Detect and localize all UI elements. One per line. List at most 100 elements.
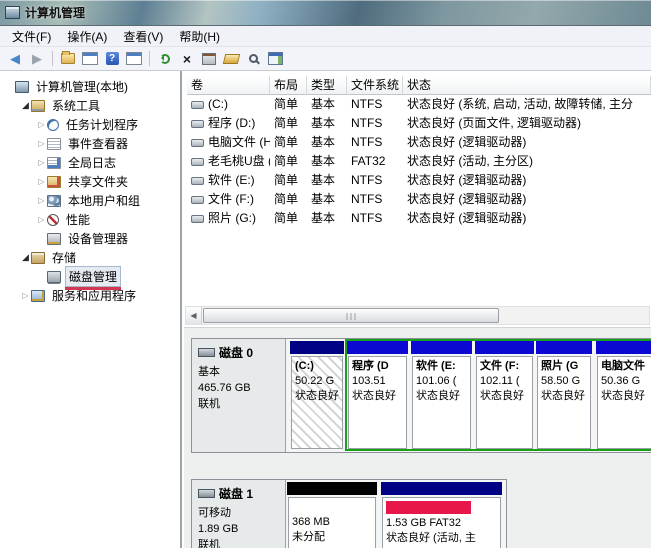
partition-region[interactable]: 软件 (E: 101.06 (状态良好 xyxy=(411,341,472,449)
tree-item-perf[interactable]: ▷ 性能 xyxy=(0,210,180,229)
expanded-expander-icon[interactable]: ◢ xyxy=(20,100,31,111)
collapsed-expander-icon[interactable]: ▷ xyxy=(36,139,47,148)
scroll-left-arrow-icon[interactable]: ◀ xyxy=(186,307,202,324)
menu-item-2[interactable]: 查看(V) xyxy=(115,26,171,47)
collapsed-expander-icon[interactable]: ▷ xyxy=(36,120,47,129)
toolbar-search-button[interactable] xyxy=(243,50,263,68)
volume-name: 电脑文件 (H:) xyxy=(208,135,270,149)
volume-fs-cell: NTFS xyxy=(351,173,383,187)
partition-status: 未分配 xyxy=(292,531,325,543)
table-row[interactable]: 文件 (F:) 简单 基本 NTFS 状态良好 (逻辑驱动器) xyxy=(187,190,651,209)
menu-item-1[interactable]: 操作(A) xyxy=(59,26,115,47)
volume-name: 照片 (G:) xyxy=(208,211,256,225)
volume-type-cell: 基本 xyxy=(311,97,336,111)
table-row[interactable]: 电脑文件 (H:) 简单基本 NTFS 状态良好 (逻辑驱动器) xyxy=(187,133,651,152)
partition-status: 状态良好 xyxy=(295,390,339,402)
volume-name-cell: 电脑文件 (H:) xyxy=(187,133,270,152)
tree-item-shared[interactable]: ▷ 共享文件夹 xyxy=(0,172,180,191)
partition-region[interactable]: 368 MB 未分配 xyxy=(287,482,377,548)
tree-item-computer[interactable]: 计算机管理(本地) xyxy=(0,77,180,96)
tree-item-storage[interactable]: ◢ 存储 xyxy=(0,248,180,267)
toolbar-delete-button[interactable]: × xyxy=(177,50,197,68)
toolbar-help-button[interactable]: ? xyxy=(102,50,122,68)
computer-icon xyxy=(15,80,29,93)
volume-status-cell: 状态良好 (逻辑驱动器) xyxy=(407,192,527,206)
clock-icon xyxy=(47,118,59,131)
collapsed-expander-icon[interactable]: ▷ xyxy=(36,215,47,224)
partition-region[interactable]: 照片 (G 58.50 G 状态良好 xyxy=(536,341,592,449)
volume-name: 程序 (D:) xyxy=(208,116,256,130)
volume-icon xyxy=(191,195,204,204)
partition-region[interactable]: 电脑文件 50.36 G 状态良好 xyxy=(596,341,651,449)
disk-title: 磁盘 0 xyxy=(198,344,285,361)
partition-label: 软件 (E: xyxy=(416,360,456,372)
collapsed-expander-icon[interactable]: ▷ xyxy=(36,158,47,167)
help-icon: ? xyxy=(105,52,119,65)
tree-item-clock[interactable]: ▷ 任务计划程序 xyxy=(0,115,180,134)
collapsed-expander-icon[interactable]: ▷ xyxy=(20,291,31,300)
partition-region[interactable]: (C:) 50.22 G 状态良好 xyxy=(290,341,344,449)
toolbar-properties-button[interactable] xyxy=(199,50,219,68)
tree-item-log[interactable]: ▷ 事件查看器 xyxy=(0,134,180,153)
menu-item-0[interactable]: 文件(F) xyxy=(4,26,59,47)
main-area: 计算机管理(本地) ◢ 系统工具 ▷ 任务计划程序 ▷ 事件查看器 ▷ 全局日志 ▷ 共享文件夹 ▷ 本… xyxy=(0,71,651,548)
volume-name: 软件 (E:) xyxy=(208,173,255,187)
volume-name: (C:) xyxy=(208,97,228,111)
disk-size: 1.89 GB xyxy=(198,523,239,535)
partition-size: 1.53 GB FAT32 xyxy=(386,517,462,529)
toolbar-refresh-button[interactable] xyxy=(155,50,175,68)
table-row[interactable]: 老毛桃U盘 (J:) 简单基本 FAT32 状态良好 (活动, 主分区) xyxy=(187,152,651,171)
services-icon xyxy=(31,289,45,302)
menu-item-3[interactable]: 帮助(H) xyxy=(171,26,228,47)
column-header-2[interactable]: 类型 xyxy=(307,76,347,95)
tree-item-users[interactable]: ▷ 本地用户和组 xyxy=(0,191,180,210)
partition-status: 状态良好 xyxy=(480,390,524,402)
horizontal-scrollbar[interactable]: ◀ xyxy=(185,306,650,325)
table-row[interactable]: 软件 (E:) 简单 基本 NTFS 状态良好 (逻辑驱动器) xyxy=(187,171,651,190)
toolbar-console2-button[interactable] xyxy=(124,50,144,68)
toolbar-newwin-button[interactable] xyxy=(265,50,285,68)
table-row[interactable]: (C:) 简单 基本 NTFS 状态良好 (系统, 启动, 活动, 故障转储, 主分 xyxy=(187,95,651,114)
partition-size: 50.22 G xyxy=(295,375,335,387)
toolbar-forward-button[interactable]: ▶ xyxy=(27,50,47,68)
collapsed-expander-icon[interactable]: ▷ xyxy=(36,177,47,186)
disk-info-panel[interactable]: 磁盘 0 基本 465.76 GB 联机 xyxy=(192,339,286,452)
volume-status-cell: 状态良好 (活动, 主分区) xyxy=(407,154,533,168)
column-header-1[interactable]: 布局 xyxy=(270,76,307,95)
toolbar-open-button[interactable] xyxy=(221,50,241,68)
table-row[interactable]: 照片 (G:) 简单 基本 NTFS 状态良好 (逻辑驱动器) xyxy=(187,209,651,228)
partition-region[interactable]: 1.53 GB FAT32 状态良好 (活动, 主 xyxy=(381,482,502,548)
volume-name-cell: 软件 (E:) xyxy=(187,171,270,190)
tree-item-label: 全局日志 xyxy=(68,156,117,170)
refresh-icon xyxy=(160,53,170,64)
volume-name-cell: 程序 (D:) xyxy=(187,114,270,133)
tree-item-disk[interactable]: 磁盘管理 xyxy=(0,266,180,290)
column-header-3[interactable]: 文件系统 xyxy=(347,76,403,95)
partition-region[interactable]: 程序 (D 103.51 状态良好 xyxy=(347,341,408,449)
tree-item-tools[interactable]: ◢ 系统工具 xyxy=(0,96,180,115)
disk-icon xyxy=(47,270,61,283)
forward-icon: ▶ xyxy=(32,50,42,66)
scrollbar-thumb[interactable] xyxy=(203,308,499,323)
collapsed-expander-icon[interactable]: ▷ xyxy=(36,196,47,205)
column-header-4[interactable]: 状态 xyxy=(403,76,651,95)
show-console-tree-icon xyxy=(82,52,98,65)
tree-item-devmgr[interactable]: 设备管理器 xyxy=(0,229,180,248)
toolbar-console-button[interactable] xyxy=(80,50,100,68)
tree-item-label: 系统工具 xyxy=(52,99,101,113)
expanded-expander-icon[interactable]: ◢ xyxy=(20,252,31,263)
title-bar[interactable]: 计算机管理 xyxy=(0,0,651,26)
toolbar-export-button[interactable] xyxy=(58,50,78,68)
toolbar: ◀ ▶? × xyxy=(0,47,651,71)
volume-name: 文件 (F:) xyxy=(208,192,254,206)
partition-region[interactable]: 文件 (F: 102.11 (状态良好 xyxy=(475,341,534,449)
table-row[interactable]: 程序 (D:) 简单 基本 NTFS 状态良好 (页面文件, 逻辑驱动器) xyxy=(187,114,651,133)
app-icon xyxy=(5,6,20,19)
column-header-0[interactable]: 卷 xyxy=(187,76,270,95)
storage-icon xyxy=(31,251,45,264)
volume-fs-cell: FAT32 xyxy=(351,154,386,168)
toolbar-back-button[interactable]: ◀ xyxy=(5,50,25,68)
volume-status-cell: 状态良好 (逻辑驱动器) xyxy=(407,135,527,149)
disk-info-panel[interactable]: 磁盘 1 可移动 1.89 GB 联机 xyxy=(192,480,286,548)
tree-item-log2[interactable]: ▷ 全局日志 xyxy=(0,153,180,172)
